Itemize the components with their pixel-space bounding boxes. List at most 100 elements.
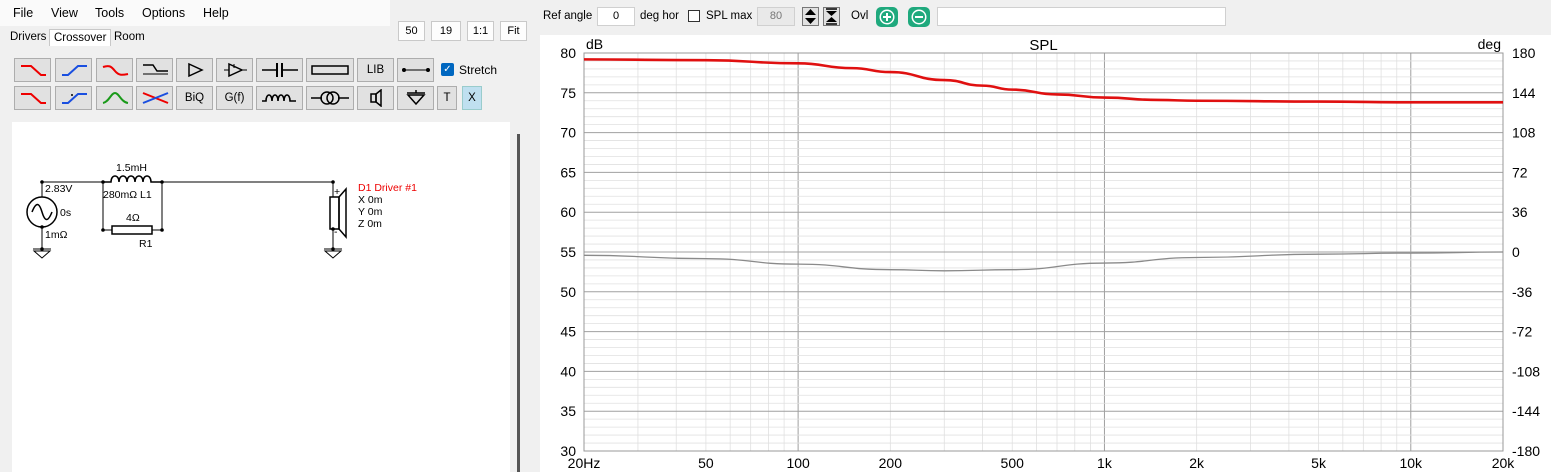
wire-button[interactable] (397, 58, 434, 82)
library-button[interactable]: LIB (357, 58, 394, 82)
bandpass-filter-button[interactable] (96, 58, 133, 82)
x-tick-label: 100 (786, 455, 810, 471)
menu-options[interactable]: Options (142, 6, 185, 20)
tab-crossover[interactable]: Crossover (49, 29, 112, 46)
panel-splitter[interactable] (517, 134, 520, 472)
inductor-icon (261, 94, 296, 102)
stretch-label: Stretch (459, 63, 498, 77)
highpass-blue-icon (61, 65, 87, 76)
speaker-icon (369, 89, 382, 107)
x-tick-label: 500 (1001, 455, 1025, 471)
spl-max-checkbox[interactable] (688, 10, 700, 22)
overlay-name-input[interactable] (937, 7, 1226, 26)
driver-plus: + (334, 186, 341, 198)
y2-tick-label: 144 (1512, 85, 1536, 101)
resistor-name: R1 (139, 238, 153, 250)
inductor-value: 1.5mH (116, 162, 147, 174)
y2-axis-title: deg (1478, 36, 1501, 52)
add-overlay-button[interactable] (876, 7, 898, 27)
x-button[interactable]: X (462, 86, 482, 110)
ground-button[interactable] (397, 86, 434, 110)
y2-tick-label: -180 (1512, 443, 1540, 459)
schematic-canvas[interactable]: 2.83V 0s 1mΩ 1.5mH 280mΩ L1 4Ω R1 D1 Dri… (12, 122, 510, 472)
zoom-fit-button[interactable]: Fit (500, 21, 527, 41)
menu-tools[interactable]: Tools (95, 6, 124, 20)
amplifier-button[interactable] (176, 58, 213, 82)
y2-tick-label: 72 (1512, 164, 1528, 180)
y2-tick-label: 36 (1512, 204, 1528, 220)
highpass-filter-button[interactable] (55, 58, 92, 82)
opamp-button[interactable] (216, 58, 253, 82)
t-button[interactable]: T (437, 86, 457, 110)
transfer-function-button[interactable]: G(f) (216, 86, 253, 110)
shelf-icon (142, 64, 168, 75)
speaker-button[interactable] (357, 86, 394, 110)
plus-circle-icon (879, 9, 895, 25)
opamp-icon (223, 62, 247, 78)
up-down-arrows-icon (805, 9, 816, 24)
x-tick-label: 200 (879, 455, 903, 471)
y-tick-label: 65 (560, 164, 576, 180)
zoom-50-button[interactable]: 50 (398, 21, 425, 41)
zoom-1to1-button[interactable]: 1:1 (467, 21, 494, 41)
y2-tick-label: -108 (1512, 363, 1540, 379)
expand-button[interactable] (823, 7, 840, 26)
driver-y: Y 0m (358, 206, 383, 218)
resistor-icon (311, 65, 349, 75)
y2-tick-label: -144 (1512, 403, 1540, 419)
x-tick-label: 20Hz (568, 455, 601, 471)
inductor-button[interactable] (256, 86, 303, 110)
capacitor-button[interactable] (256, 58, 303, 82)
bandpass-filter-2-button[interactable] (96, 86, 133, 110)
x-tick-label: 20k (1492, 455, 1516, 471)
menu-file[interactable]: File (13, 6, 33, 20)
lowpass-filter-2-button[interactable] (14, 86, 51, 110)
capacitor-icon (261, 63, 298, 77)
menu-view[interactable]: View (51, 6, 78, 20)
driver-z: Z 0m (358, 218, 382, 230)
stretch-checkbox[interactable]: ✓ (441, 63, 454, 76)
y-tick-label: 45 (560, 324, 576, 340)
ref-angle-input[interactable]: 0 (597, 7, 635, 26)
amplifier-icon (187, 62, 204, 78)
spin-up-down-button[interactable] (802, 7, 819, 26)
bandpass-green-icon (102, 91, 128, 104)
x-tick-label: 10k (1399, 455, 1423, 471)
shelf-filter-button[interactable] (136, 58, 173, 82)
lowpass-filter-button[interactable] (14, 58, 51, 82)
driver-name: D1 Driver #1 (358, 182, 417, 194)
spl-max-label: SPL max (706, 10, 753, 22)
menu-help[interactable]: Help (203, 6, 229, 20)
chart-title: SPL (1029, 37, 1057, 54)
source-resistance: 1mΩ (45, 229, 68, 241)
remove-overlay-button[interactable] (908, 7, 930, 27)
transformer-icon (311, 91, 349, 105)
x-tick-label: 2k (1189, 455, 1205, 471)
highpass-filter-2-button[interactable] (55, 86, 92, 110)
spl-chart-panel[interactable]: 80 75 70 65 60 55 50 45 40 35 30 180 144 108 72 36 0 -36-… (540, 35, 1551, 472)
transformer-button[interactable] (306, 86, 354, 110)
biquad-button[interactable]: BiQ (176, 86, 213, 110)
zoom-19-button[interactable]: 19 (431, 21, 461, 41)
resistor-button[interactable] (306, 58, 354, 82)
spl-max-input[interactable]: 80 (757, 7, 795, 26)
inductor-label: 280mΩ L1 (103, 189, 152, 201)
tab-drivers[interactable]: Drivers (6, 29, 50, 46)
source-voltage: 2.83V (45, 183, 73, 195)
y-tick-label: 55 (560, 244, 576, 260)
hourglass-icon (826, 8, 837, 25)
lowpass-red-2-icon (20, 93, 46, 104)
driver-minus: - (334, 226, 338, 238)
y-tick-label: 50 (560, 284, 576, 300)
source-delay: 0s (60, 207, 72, 219)
y-tick-label: 60 (560, 204, 576, 220)
y2-tick-label: -36 (1512, 284, 1532, 300)
y-tick-label: 70 (560, 125, 576, 141)
crossover-icon (142, 92, 168, 104)
tab-room[interactable]: Room (110, 29, 149, 46)
highpass-blue-2-icon (61, 93, 87, 104)
crossover-filter-button[interactable] (136, 86, 173, 110)
y-axis-title: dB (586, 36, 603, 52)
y2-tick-label: 108 (1512, 125, 1536, 141)
wire-icon (401, 68, 430, 72)
